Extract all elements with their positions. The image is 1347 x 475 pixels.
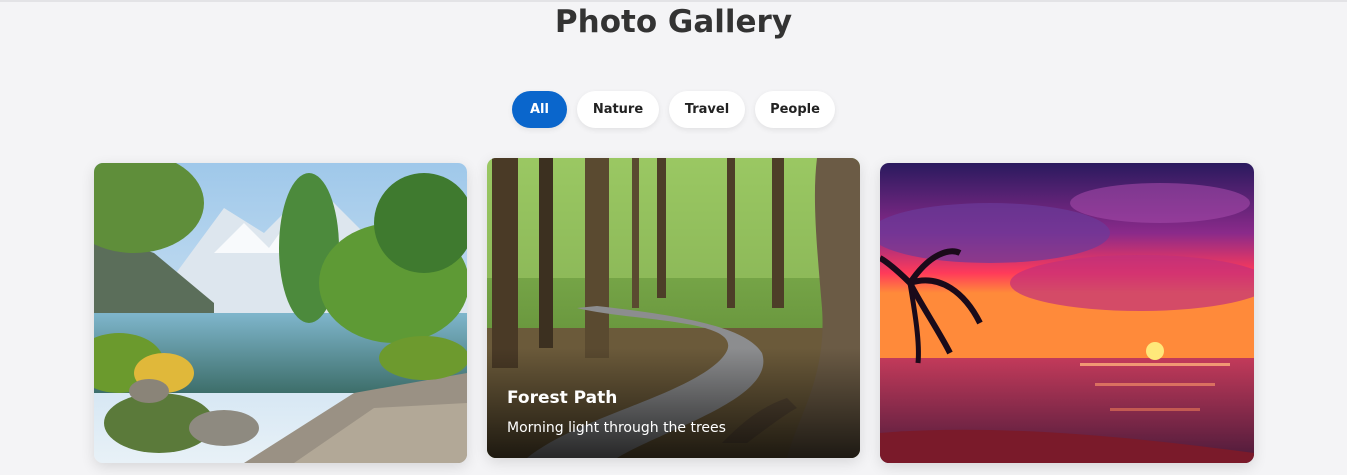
filter-nature-button[interactable]: Nature xyxy=(577,91,659,128)
lake-landscape-image xyxy=(94,163,467,463)
tropical-sunset-image xyxy=(880,163,1254,463)
page-title: Photo Gallery xyxy=(554,4,793,40)
filter-bar: All Nature Travel People xyxy=(0,91,1347,128)
gallery-card-sunset[interactable] xyxy=(880,163,1254,463)
card-subtitle: Morning light through the trees xyxy=(507,420,726,436)
card-title: Forest Path xyxy=(507,388,618,408)
filter-people-button[interactable]: People xyxy=(755,91,835,128)
forest-path-image xyxy=(487,158,860,458)
gallery-card-lake[interactable] xyxy=(94,163,467,463)
filter-all-button[interactable]: All xyxy=(512,91,567,128)
filter-travel-button[interactable]: Travel xyxy=(669,91,745,128)
gallery-card-forest-path[interactable]: Forest Path Morning light through the tr… xyxy=(487,158,860,458)
